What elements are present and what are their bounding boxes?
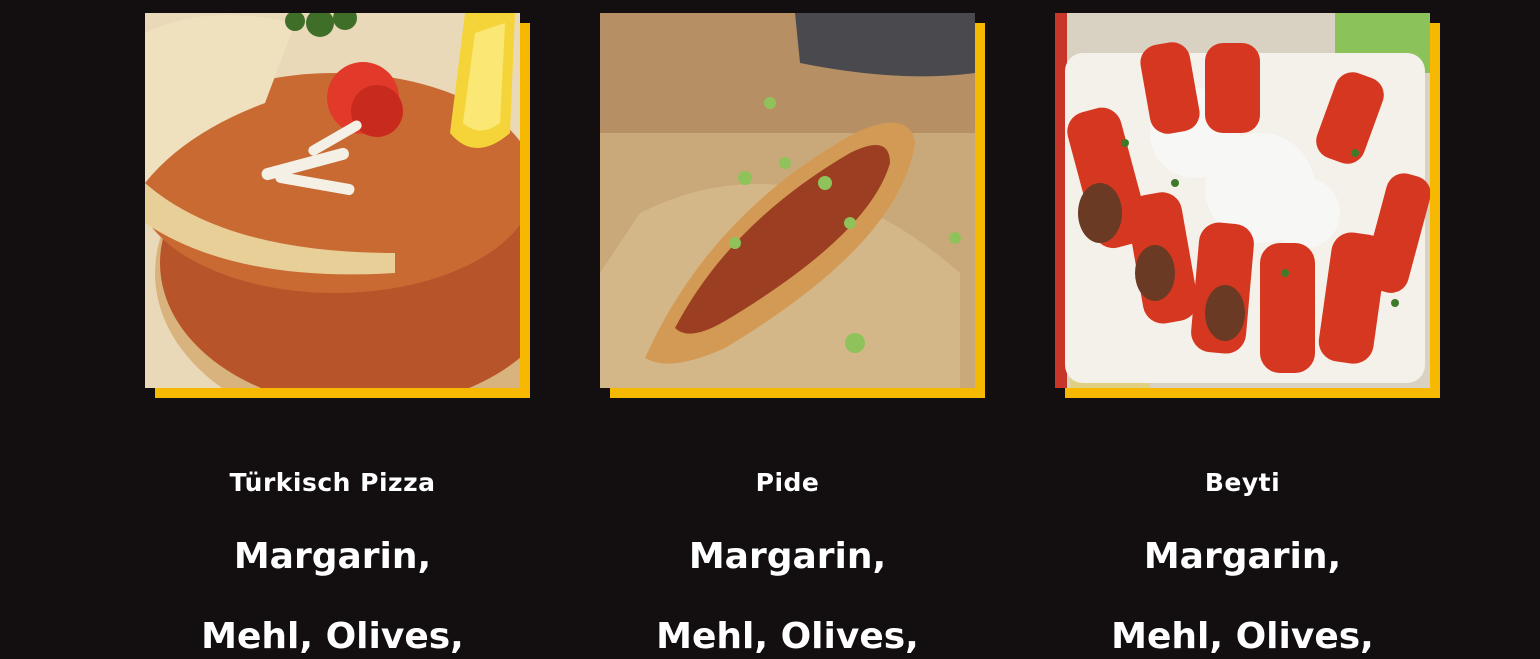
pide-photo[interactable] bbox=[600, 13, 975, 388]
menu-item-name: Pide bbox=[755, 468, 820, 497]
menu-item-name: Türkisch Pizza bbox=[229, 468, 436, 497]
menu-item-description-line2: Mehl, Olives, bbox=[1111, 616, 1374, 657]
menu-item-description: Margarin, Mehl, Olives, bbox=[1055, 517, 1430, 659]
menu-item-description-line2: Mehl, Olives, bbox=[656, 616, 919, 657]
menu-item-description-line1: Margarin, bbox=[233, 536, 432, 577]
menu-item-description-line1: Margarin, bbox=[688, 536, 887, 577]
menu-card-pide[interactable]: Pide Margarin, Mehl, Olives, bbox=[600, 13, 985, 659]
menu-card-beyti[interactable]: Beyti Margarin, Mehl, Olives, bbox=[1055, 13, 1440, 659]
menu-item-description-line2: Mehl, Olives, bbox=[201, 616, 464, 657]
menu-card-photo-frame bbox=[600, 13, 985, 398]
menu-card-photo-frame bbox=[145, 13, 530, 398]
beyti-photo[interactable] bbox=[1055, 13, 1430, 388]
menu-item-description-line1: Margarin, bbox=[1143, 536, 1342, 577]
menu-item-description: Margarin, Mehl, Olives, bbox=[600, 517, 975, 659]
turkish-pizza-photo[interactable] bbox=[145, 13, 520, 388]
menu-item-description: Margarin, Mehl, Olives, bbox=[145, 517, 520, 659]
menu-card-turkish-pizza[interactable]: Türkisch Pizza Margarin, Mehl, Olives, bbox=[145, 13, 530, 659]
menu-item-name: Beyti bbox=[1204, 468, 1281, 497]
food-menu-section: Türkisch Pizza Margarin, Mehl, Olives, P… bbox=[0, 0, 1540, 659]
menu-card-photo-frame bbox=[1055, 13, 1440, 398]
